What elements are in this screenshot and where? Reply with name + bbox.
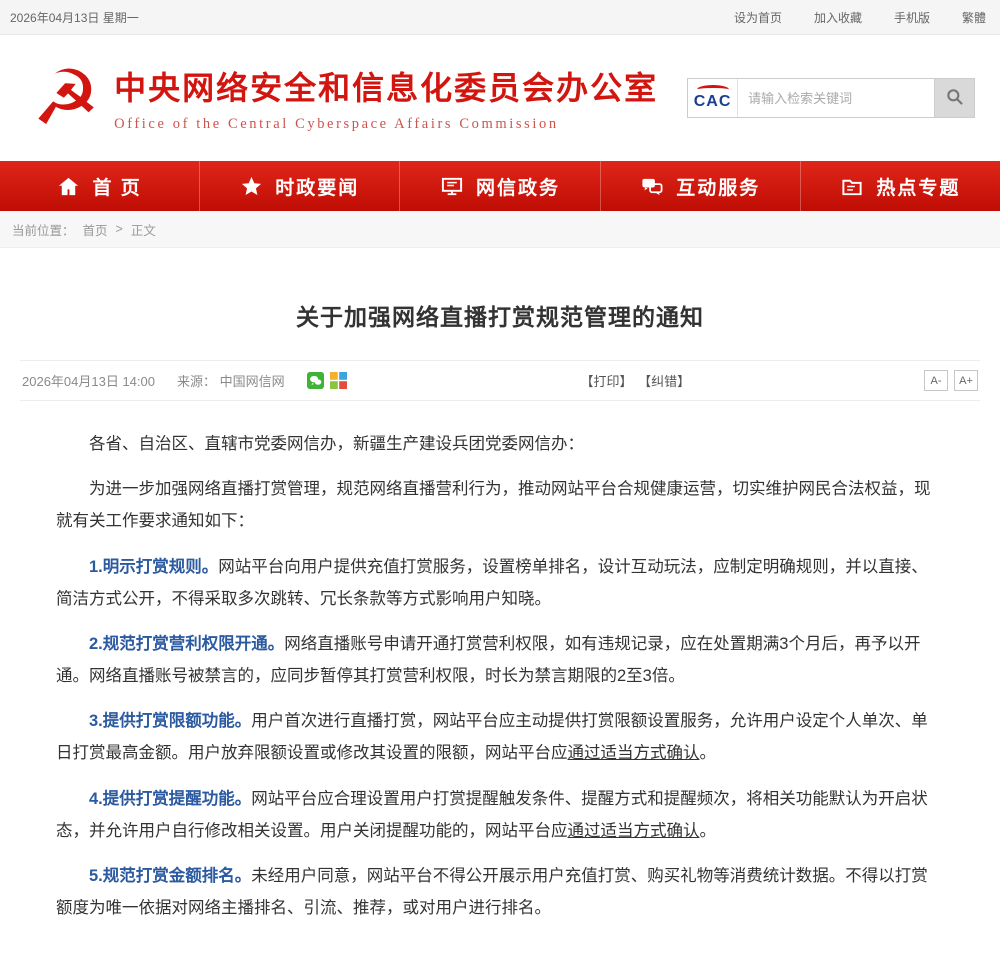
nav-item-label: 时政要闻 — [275, 173, 359, 200]
breadcrumb-home-link[interactable]: 首页 — [83, 220, 108, 239]
nav-item-label: 网信政务 — [476, 173, 560, 200]
text-segment-lead: 5.规范打赏金额排名。 — [89, 867, 251, 885]
text-segment-underline: 通过适当方式确认 — [568, 822, 700, 840]
correct-button[interactable]: 【纠错】 — [638, 374, 690, 389]
home-icon — [57, 175, 80, 198]
topbar-link-4[interactable]: 繁體 — [962, 9, 986, 26]
share-icons — [307, 372, 347, 389]
site-header: ☭ 中央网络安全和信息化委员会办公室 Office of the Central… — [0, 35, 1000, 161]
article-paragraph-4: 2.规范打赏营利权限开通。网络直播账号申请开通打赏营利权限，如有违规记录，应在处… — [56, 628, 944, 692]
text-segment-normal: 为进一步加强网络直播打赏管理，规范网络直播营利行为，推动网站平台合规健康运营，切… — [56, 480, 931, 530]
search-box: CAC — [687, 78, 975, 118]
site-title-block: 中央网络安全和信息化委员会办公室 Office of the Central C… — [114, 63, 658, 133]
breadcrumb-separator: > — [116, 222, 123, 236]
breadcrumb-current: 正文 — [131, 220, 156, 239]
article-paragraph-3: 1.明示打赏规则。网站平台向用户提供充值打赏服务，设置榜单排名，设计互动玩法，应… — [56, 551, 944, 615]
topbar-links: 设为首页 加入收藏 手机版 繁體 — [734, 9, 990, 26]
monitor-icon — [440, 175, 464, 198]
article-body: 各省、自治区、直辖市党委网信办，新疆生产建设兵团党委网信办： 为进一步加强网络直播… — [20, 401, 980, 924]
nav-item-news[interactable]: 时政要闻 — [200, 161, 400, 211]
article-meta-row: 2026年04月13日 14:00 来源： 中国网信网 【打印】 【纠错】 A-… — [20, 360, 980, 401]
breadcrumb: 当前位置： 首页 > 正文 — [0, 211, 1000, 248]
more-share-icon[interactable] — [330, 372, 347, 389]
text-segment-lead: 2.规范打赏营利权限开通。 — [89, 635, 284, 653]
article-title: 关于加强网络直播打赏规范管理的通知 — [20, 298, 980, 332]
text-segment-normal: 。 — [700, 822, 717, 840]
topbar-link-1[interactable]: 设为首页 — [734, 9, 782, 26]
search-button[interactable] — [934, 79, 974, 117]
article-meta-left: 2026年04月13日 14:00 来源： 中国网信网 — [22, 371, 347, 390]
text-segment-lead: 1.明示打赏规则。 — [89, 558, 218, 576]
nav-item-label: 互动服务 — [676, 173, 760, 200]
nav-item-label: 首 页 — [92, 173, 141, 200]
star-icon — [240, 175, 263, 198]
topbar-link-2[interactable]: 加入收藏 — [814, 9, 862, 26]
site-subtitle: Office of the Central Cyberspace Affairs… — [114, 116, 658, 133]
text-segment-normal: 各省、自治区、直辖市党委网信办，新疆生产建设兵团党委网信办： — [89, 435, 584, 453]
text-segment-normal: 。 — [700, 744, 717, 762]
article-paragraph-2: 为进一步加强网络直播打赏管理，规范网络直播营利行为，推动网站平台合规健康运营，切… — [56, 473, 944, 537]
site-title: 中央网络安全和信息化委员会办公室 — [114, 63, 658, 109]
cac-logo: CAC — [688, 79, 738, 117]
search-input[interactable] — [738, 79, 934, 117]
article-container: 关于加强网络直播打赏规范管理的通知 2026年04月13日 14:00 来源： … — [0, 248, 1000, 957]
topbar-link-3[interactable]: 手机版 — [894, 9, 930, 26]
breadcrumb-label: 当前位置： — [12, 220, 75, 239]
print-button[interactable]: 【打印】 — [580, 374, 632, 389]
font-increase-button[interactable]: A+ — [954, 370, 978, 391]
nav-item-label: 热点专题 — [876, 173, 960, 200]
nav-item-service[interactable]: 互动服务 — [601, 161, 801, 211]
article-paragraph-1: 各省、自治区、直辖市党委网信办，新疆生产建设兵团党委网信办： — [56, 428, 944, 460]
top-utility-bar: 2026年04月13日 星期一 设为首页 加入收藏 手机版 繁體 — [0, 0, 1000, 35]
article-paragraph-5: 3.提供打赏限额功能。用户首次进行直播打赏，网站平台应主动提供打赏限额设置服务，… — [56, 705, 944, 769]
main-nav: 首 页 时政要闻 网信政务 互动服务 热点专题 — [0, 161, 1000, 211]
folder-icon — [840, 175, 864, 198]
party-emblem-icon: ☭ — [32, 60, 100, 136]
nav-item-gov[interactable]: 网信政务 — [400, 161, 600, 211]
source-label: 来源： — [177, 374, 216, 389]
text-segment-lead: 4.提供打赏提醒功能。 — [89, 790, 251, 808]
article-source: 来源： 中国网信网 — [177, 371, 285, 390]
article-meta-actions: 【打印】 【纠错】 — [347, 371, 924, 390]
magnifier-icon — [945, 87, 965, 110]
chat-icon — [640, 175, 664, 198]
publish-datetime: 2026年04月13日 14:00 — [22, 371, 155, 390]
article-paragraph-7: 5.规范打赏金额排名。未经用户同意，网站平台不得公开展示用户充值打赏、购买礼物等… — [56, 860, 944, 924]
article-paragraph-6: 4.提供打赏提醒功能。网站平台应合理设置用户打赏提醒触发条件、提醒方式和提醒频次… — [56, 783, 944, 847]
font-decrease-button[interactable]: A- — [924, 370, 948, 391]
current-date: 2026年04月13日 星期一 — [10, 9, 139, 26]
text-segment-underline: 通过适当方式确认 — [568, 744, 700, 762]
cac-logo-text: CAC — [694, 93, 732, 111]
wechat-share-icon[interactable] — [307, 372, 324, 389]
font-size-controls: A- A+ — [924, 370, 978, 391]
text-segment-lead: 3.提供打赏限额功能。 — [89, 712, 251, 730]
nav-item-topics[interactable]: 热点专题 — [801, 161, 1000, 211]
source-name: 中国网信网 — [220, 374, 285, 389]
nav-item-home[interactable]: 首 页 — [0, 161, 200, 211]
